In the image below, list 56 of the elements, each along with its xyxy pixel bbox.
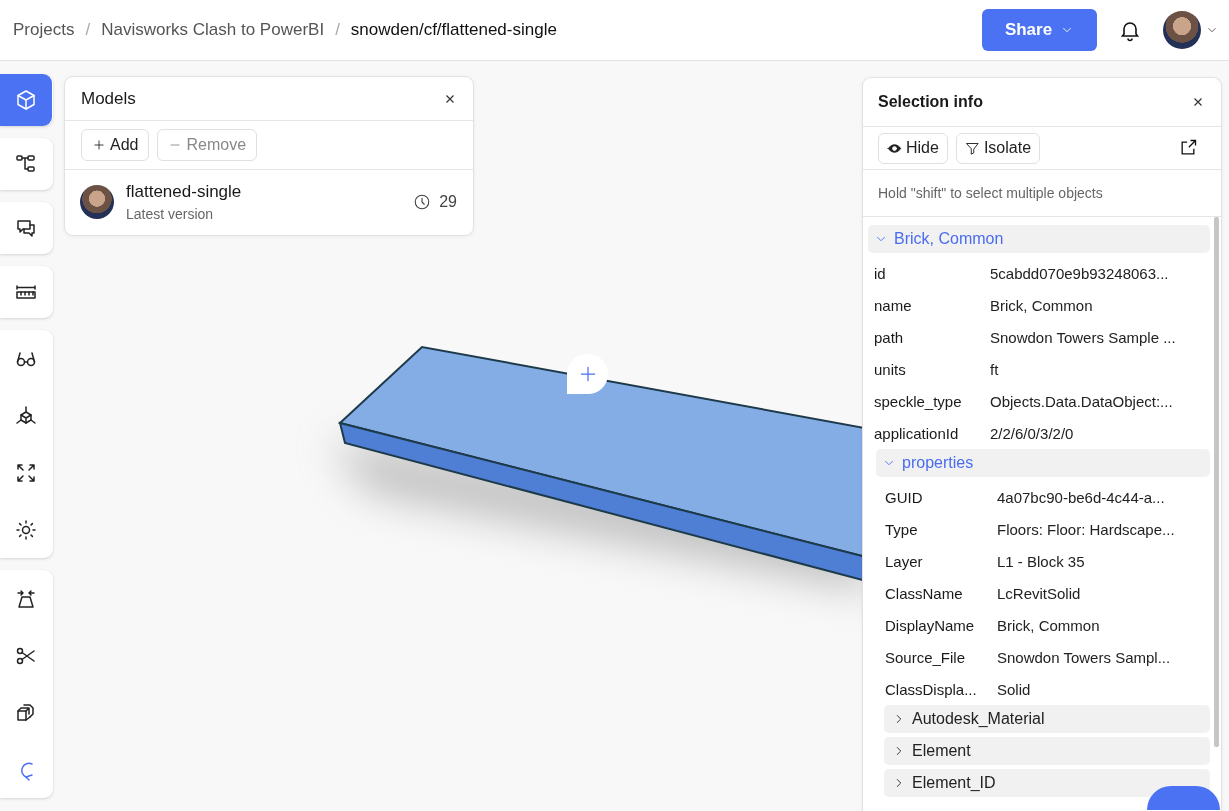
tree-node-header[interactable]: Element_ID: [884, 769, 1210, 797]
property-key: Source_File: [885, 648, 997, 666]
share-button[interactable]: Share: [982, 9, 1097, 51]
property-key: speckle_type: [874, 392, 990, 410]
panel-title: Models: [81, 88, 136, 109]
tree-node-header[interactable]: properties: [876, 449, 1210, 477]
add-comment-marker[interactable]: [567, 354, 608, 394]
tree-node-header[interactable]: Element: [884, 737, 1210, 765]
property-value: Brick, Common: [990, 296, 1093, 314]
property-value: Brick, Common: [997, 616, 1100, 634]
property-value: Floors: Floor: Hardscape...: [997, 520, 1175, 538]
property-value: Solid: [997, 680, 1031, 698]
model-name: flattened-single: [126, 182, 243, 202]
property-key: GUID: [885, 488, 997, 506]
user-menu-button[interactable]: [1163, 11, 1219, 49]
avatar: [1163, 11, 1201, 49]
breadcrumb-link[interactable]: snowden/cf/flattened-single: [350, 20, 557, 40]
add-button[interactable]: Add: [81, 129, 150, 161]
version-count: 29: [439, 193, 457, 211]
property-value: ft: [990, 360, 999, 378]
plus-icon: [92, 138, 106, 152]
property-key: Type: [885, 520, 997, 538]
property-value: LcRevitSolid: [997, 584, 1081, 602]
sun-icon: [14, 517, 38, 542]
property-key: DisplayName: [885, 616, 997, 634]
breadcrumb-separator: /: [85, 20, 91, 40]
property-key: path: [874, 328, 990, 346]
breadcrumb-link[interactable]: Navisworks Clash to PowerBI: [101, 20, 325, 40]
property-key: ClassName: [885, 584, 997, 602]
hint-text: Hold "shift" to select multiple objects: [863, 170, 1221, 217]
action-button[interactable]: Isolate: [955, 132, 1041, 164]
avatar: [80, 185, 114, 219]
tree-node-header[interactable]: Brick, Common: [868, 225, 1210, 253]
property-key: units: [874, 360, 990, 378]
property-value: L1 - Block 35: [997, 552, 1085, 570]
property-key: applicationId: [874, 424, 990, 442]
version-label: Latest version: [126, 206, 215, 222]
breadcrumb-link[interactable]: Projects: [13, 20, 75, 40]
property-value: Snowdon Towers Sampl...: [997, 648, 1171, 666]
action-button[interactable]: Hide: [878, 132, 948, 164]
property-value: Snowdon Towers Sample ...: [990, 328, 1176, 346]
property-value: 5cabdd070e9b93248063...: [990, 264, 1169, 282]
property-value: Objects.Data.DataObject:...: [990, 392, 1173, 410]
property-key: ClassDispla...: [885, 680, 997, 698]
panel-title: Selection info: [878, 93, 983, 111]
cube-icon: [14, 88, 38, 112]
filter-icon: [964, 140, 980, 156]
property-value: 2/2/6/0/3/2/0: [990, 424, 1074, 442]
property-key: id: [874, 264, 990, 282]
clock-icon: [413, 193, 432, 211]
model-list-item[interactable]: flattened-single Latest version 29: [65, 170, 473, 235]
breadcrumb-separator: /: [335, 20, 340, 40]
property-key: Layer: [885, 552, 997, 570]
property-value: 4a07bc90-be6d-4c44-a...: [997, 488, 1165, 506]
property-key: name: [874, 296, 990, 314]
tree-node-header[interactable]: Autodesk_Material: [884, 705, 1210, 733]
